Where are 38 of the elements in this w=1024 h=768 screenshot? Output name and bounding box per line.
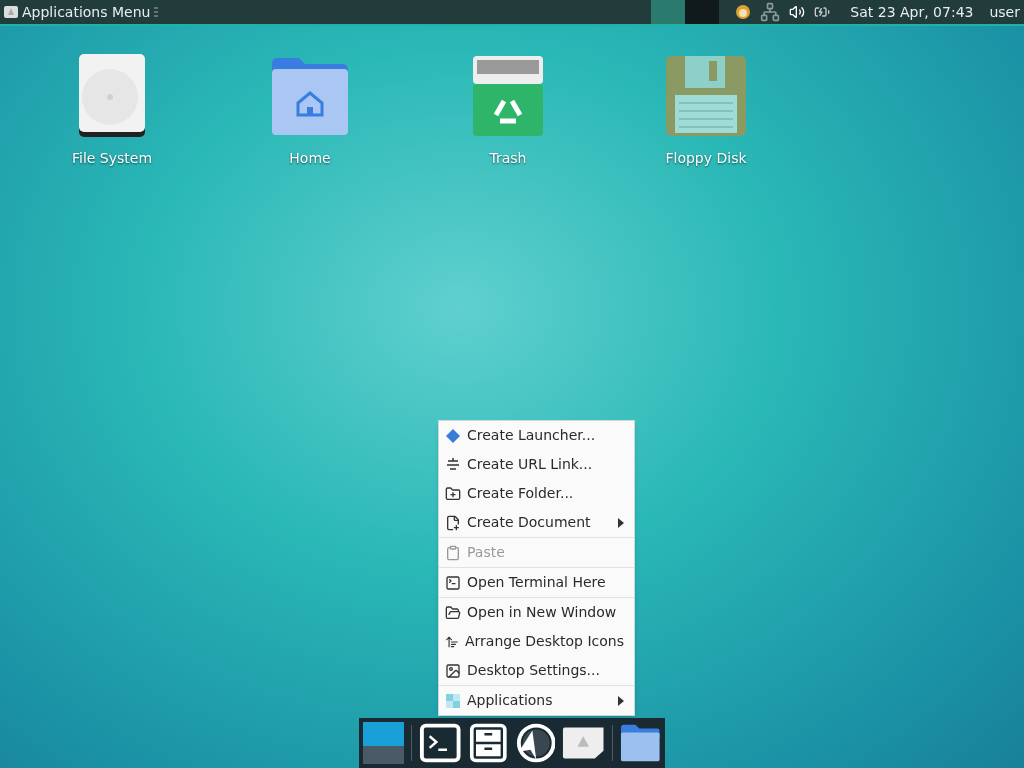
menu-item[interactable]: Create Launcher... [439, 421, 634, 450]
submenu-arrow-icon [618, 517, 624, 528]
menu-item[interactable]: Create URL Link... [439, 450, 634, 479]
recycle-bin-icon [472, 55, 544, 137]
applications-menu-button[interactable]: Applications Menu [0, 0, 155, 24]
file-plus-icon [445, 514, 461, 531]
lines-icon [445, 456, 461, 473]
home-folder-icon [270, 57, 350, 135]
menu-item[interactable]: Desktop Settings... [439, 656, 634, 685]
terminal-icon[interactable] [419, 722, 462, 764]
folder-icon[interactable] [620, 723, 661, 763]
file-cabinet-icon[interactable] [468, 722, 508, 764]
hard-drive-icon [78, 53, 146, 139]
window-button[interactable] [651, 0, 686, 24]
menu-item[interactable]: Open Terminal Here [439, 568, 634, 597]
warning-document-icon[interactable] [562, 726, 605, 760]
menu-item[interactable]: Create Document [439, 508, 634, 537]
menu-item[interactable]: Create Folder... [439, 479, 634, 508]
volume-icon[interactable] [789, 4, 806, 20]
diamond-icon [445, 427, 461, 444]
submenu-arrow-icon [618, 695, 624, 706]
terminal-icon [445, 574, 461, 591]
battery-icon[interactable] [814, 4, 831, 20]
workspace-switcher[interactable] [363, 722, 404, 764]
menu-item[interactable]: Applications [439, 686, 634, 715]
user-menu[interactable]: user [989, 1, 1020, 23]
updates-icon[interactable] [735, 4, 752, 20]
grid-icon [445, 692, 461, 709]
image-icon [445, 662, 461, 679]
clipboard-icon [445, 544, 461, 561]
handle-icon [154, 7, 159, 17]
logo-icon [4, 5, 18, 19]
menu-item[interactable]: Arrange Desktop Icons [439, 627, 634, 656]
clock[interactable]: Sat 23 Apr, 07:43 [850, 1, 974, 23]
network-icon[interactable] [760, 2, 781, 22]
folder-open-icon [445, 604, 461, 621]
folder-plus-icon [445, 485, 461, 502]
menu-item[interactable]: Open in New Window [439, 598, 634, 627]
